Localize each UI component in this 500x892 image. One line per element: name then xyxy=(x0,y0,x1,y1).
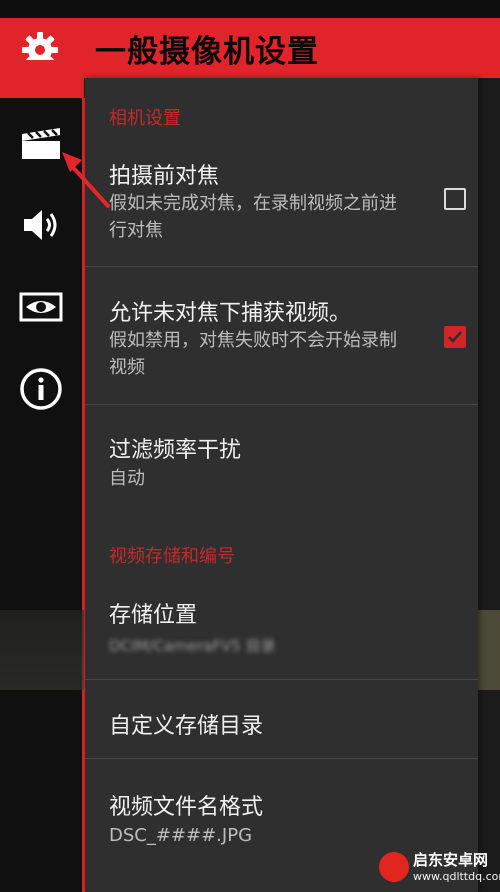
background-camera-view-right xyxy=(478,610,500,690)
divider xyxy=(85,266,478,267)
speaker-icon[interactable] xyxy=(18,202,64,248)
setting-title: 允许未对焦下捕获视频。 xyxy=(109,301,352,326)
setting-value: DSC_####.JPG xyxy=(109,825,253,846)
setting-title: 过滤频率干扰 xyxy=(109,438,242,463)
info-icon[interactable] xyxy=(18,366,64,412)
watermark-logo-icon xyxy=(379,852,409,882)
divider xyxy=(85,404,478,405)
divider xyxy=(85,758,478,759)
checkmark-icon xyxy=(448,331,462,343)
setting-subtitle: 假如未完成对焦，在录制视频之前进行对焦 xyxy=(109,193,397,241)
watermark: 启东安卓网 www.qdlttdq.com xyxy=(373,848,500,892)
focus-before-checkbox[interactable] xyxy=(444,188,466,210)
section-header-storage: 视频存储和编号 xyxy=(109,546,235,567)
setting-title: 存储位置 xyxy=(109,603,198,628)
setting-title: 自定义存储目录 xyxy=(109,714,264,739)
setting-value: DCIM/CameraFV5 目录 xyxy=(109,637,276,655)
watermark-name: 启东安卓网 xyxy=(413,851,489,869)
setting-title: 视频文件名格式 xyxy=(109,795,264,820)
status-bar-strip xyxy=(0,0,500,18)
watermark-url: www.qdlttdq.com xyxy=(413,870,500,883)
page-title: 一般摄像机设置 xyxy=(95,34,319,70)
header-accent-block xyxy=(0,60,84,98)
divider xyxy=(85,679,478,680)
eye-icon[interactable] xyxy=(18,284,64,330)
setting-value: 自动 xyxy=(109,468,145,489)
video-clapper-icon[interactable] xyxy=(18,120,64,166)
allow-unfocused-checkbox[interactable] xyxy=(444,326,466,348)
sidebar xyxy=(0,98,84,892)
settings-panel: 相机设置 拍摄前对焦 假如未完成对焦，在录制视频之前进行对焦 允许未对焦下捕获视… xyxy=(85,78,478,892)
background-camera-view xyxy=(0,610,84,690)
section-header-camera: 相机设置 xyxy=(109,108,181,129)
setting-title: 拍摄前对焦 xyxy=(109,164,220,189)
setting-subtitle: 假如禁用，对焦失败时不会开始录制视频 xyxy=(109,330,397,378)
